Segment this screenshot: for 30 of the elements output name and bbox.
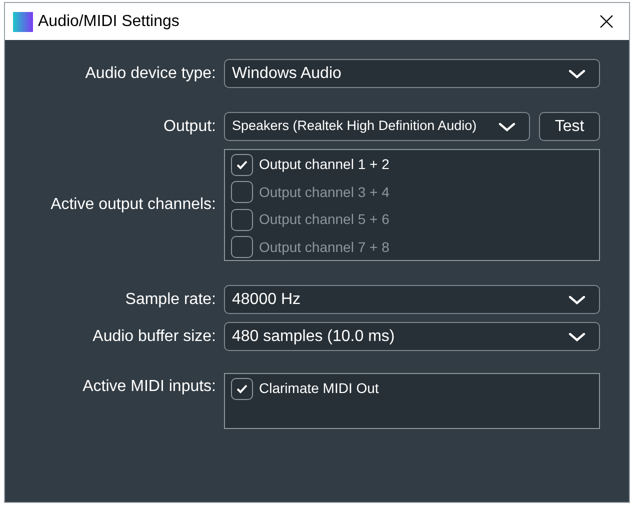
field-label: Active output channels: — [50, 195, 216, 215]
field-label: Output: — [164, 116, 216, 136]
checkbox[interactable] — [231, 208, 253, 231]
test-button[interactable]: Test — [539, 112, 600, 141]
dropdown[interactable]: 480 samples (10.0 ms) — [224, 322, 600, 351]
field-label: Active MIDI inputs: — [82, 377, 216, 397]
dropdown[interactable]: Speakers (Realtek High Definition Audio) — [224, 112, 530, 141]
close-icon — [600, 15, 612, 28]
window-title: Audio/MIDI Settings — [38, 12, 180, 32]
checkmark-icon — [236, 160, 248, 170]
checkbox[interactable] — [231, 181, 253, 204]
field-label: Audio device type: — [85, 64, 216, 84]
checkbox[interactable] — [231, 154, 253, 176]
chevron-down-icon — [568, 294, 586, 304]
app-icon — [13, 12, 33, 32]
checkbox-label: Output channel 3 + 4 — [259, 182, 390, 202]
field-label: Audio buffer size: — [92, 326, 216, 346]
checkbox-label: Output channel 1 + 2 — [259, 155, 390, 174]
checkbox-label: Output channel 5 + 6 — [259, 210, 390, 230]
dropdown[interactable]: 48000 Hz — [224, 285, 600, 314]
checkbox[interactable] — [231, 236, 253, 258]
dropdown[interactable]: Windows Audio — [224, 59, 600, 88]
checkbox[interactable] — [231, 378, 253, 400]
chevron-down-icon — [568, 332, 586, 342]
checkbox-label: Output channel 7 + 8 — [259, 238, 390, 257]
checkmark-icon — [236, 384, 248, 394]
chevron-down-icon — [568, 68, 586, 78]
field-label: Sample rate: — [125, 290, 216, 310]
checkbox-label: Clarimate MIDI Out — [259, 379, 379, 398]
chevron-down-icon — [498, 122, 516, 132]
